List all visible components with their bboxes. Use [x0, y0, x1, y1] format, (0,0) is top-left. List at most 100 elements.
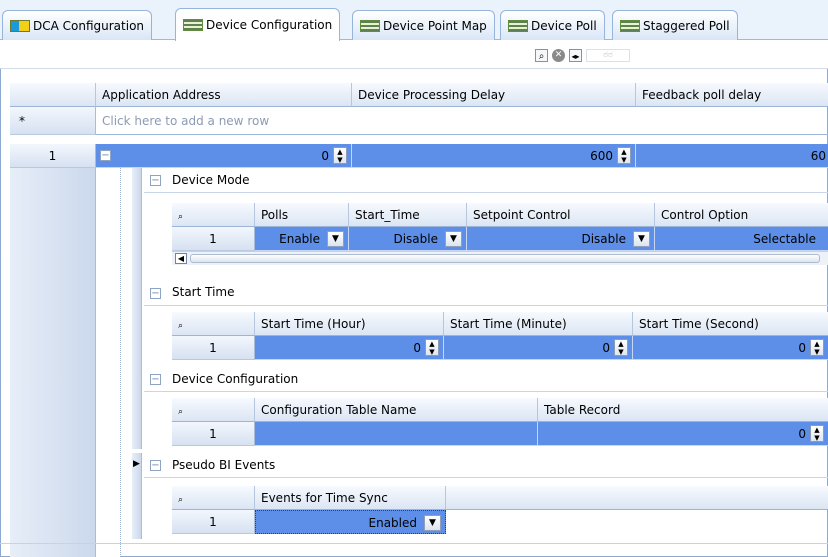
column-header-setpoint-control[interactable]: Setpoint Control [467, 203, 655, 227]
column-header-empty [446, 486, 828, 510]
band-side [132, 391, 142, 449]
cell-polls[interactable]: Enable ▼ [255, 227, 349, 251]
indent-column [96, 168, 121, 557]
column-header-start-time-second[interactable]: Start Time (Second) [633, 312, 828, 336]
column-header-feedback-poll-delay[interactable]: Feedback poll delay [636, 83, 828, 107]
find-text[interactable]: ಠಠ [586, 49, 630, 62]
band-selector[interactable] [132, 367, 142, 391]
band-selector[interactable] [132, 168, 142, 192]
magnifier-icon[interactable]: ⌕ [535, 49, 548, 62]
find-bar: ⌕ ✕ ◂▸ ಠಠ [0, 40, 828, 69]
clear-icon[interactable]: ✕ [552, 49, 565, 62]
cell-feedback-poll-delay[interactable]: 60 [636, 144, 828, 168]
cell-device-processing-delay[interactable]: 600 ▲ ▼ [352, 144, 636, 168]
band-selector[interactable] [132, 282, 142, 306]
cell-start-time-second[interactable]: 0 ▲ ▼ [633, 336, 828, 360]
new-row-selector[interactable]: * [10, 107, 96, 135]
column-header-configuration-table-name[interactable]: Configuration Table Name [255, 398, 538, 422]
tab-device-configuration[interactable]: Device Configuration [175, 8, 341, 41]
search-icon: ⌕ [178, 321, 184, 331]
cell-start-time-hour[interactable]: 0 ▲ ▼ [255, 336, 444, 360]
dropdown-arrow-icon[interactable]: ▼ [633, 231, 650, 247]
collapse-icon[interactable]: − [150, 288, 161, 299]
band-title-pseudo-bi-events: Pseudo BI Events [172, 458, 276, 472]
left-right-arrows-icon[interactable]: ◂▸ [569, 49, 582, 62]
column-header-control-option[interactable]: Control Option [655, 203, 828, 227]
collapse-icon[interactable]: − [100, 150, 111, 161]
horizontal-scrollbar[interactable]: ◀ [172, 251, 828, 265]
current-row-arrow-icon: ▶ [133, 459, 140, 469]
row-selector-header [10, 83, 96, 107]
spinner-icon[interactable]: ▲ ▼ [333, 147, 347, 164]
cell-control-option[interactable]: Selectable [655, 227, 828, 251]
grid-icon [508, 19, 528, 32]
row-selector[interactable]: 1 [10, 144, 96, 168]
band-title-device-configuration: Device Configuration [172, 372, 299, 386]
row-selector[interactable]: 1 [172, 227, 255, 251]
column-header-start-time[interactable]: Start_Time [349, 203, 467, 227]
divider [144, 477, 828, 478]
column-header-start-time-hour[interactable]: Start Time (Hour) [255, 312, 444, 336]
tab-device-point-map[interactable]: Device Point Map [352, 10, 495, 40]
dropdown-arrow-icon[interactable]: ▼ [445, 231, 462, 247]
cell-setpoint-control[interactable]: Disable ▼ [467, 227, 655, 251]
spinner-icon[interactable]: ▲ ▼ [810, 339, 824, 356]
band-side [132, 192, 142, 282]
tab-dca-configuration[interactable]: DCA Configuration [2, 10, 153, 40]
band-selector[interactable]: ▶ [132, 453, 142, 477]
tab-label: Staggered Poll [643, 18, 730, 33]
divider [144, 391, 828, 392]
new-row-placeholder[interactable]: Click here to add a new row [96, 107, 828, 135]
grid-icon [360, 19, 380, 32]
row-selector-header: ⌕ [172, 203, 255, 227]
search-icon: ⌕ [178, 407, 184, 417]
dca-icon [10, 19, 30, 32]
column-header-polls[interactable]: Polls [255, 203, 349, 227]
tab-device-poll[interactable]: Device Poll [500, 10, 605, 40]
spinner-icon[interactable]: ▲ ▼ [425, 339, 439, 356]
row-selector[interactable]: 1 [172, 510, 255, 534]
scroll-left-icon[interactable]: ◀ [175, 253, 187, 264]
row-selector-column [10, 168, 96, 557]
row-selector[interactable]: 1 [172, 336, 255, 360]
collapse-icon[interactable]: − [150, 175, 161, 186]
spinner-icon[interactable]: ▲ ▼ [614, 339, 628, 356]
column-header-application-address[interactable]: Application Address [96, 83, 352, 107]
cell-application-address[interactable]: − 0 ▲ ▼ [96, 144, 352, 168]
row-selector-header: ⌕ [172, 486, 255, 510]
column-header-start-time-minute[interactable]: Start Time (Minute) [444, 312, 633, 336]
band-side [132, 477, 142, 539]
collapse-icon[interactable]: − [150, 374, 161, 385]
tab-label: Device Poll [531, 18, 597, 33]
cell-start-time-minute[interactable]: 0 ▲ ▼ [444, 336, 633, 360]
cell-start-time[interactable]: Disable ▼ [349, 227, 467, 251]
cell-configuration-table-name[interactable] [255, 422, 538, 446]
spinner-icon[interactable]: ▲ ▼ [617, 147, 631, 164]
row-selector-header: ⌕ [172, 398, 255, 422]
spinner-icon[interactable]: ▲ ▼ [810, 425, 824, 442]
row-selector[interactable]: 1 [172, 422, 255, 446]
dropdown-arrow-icon[interactable]: ▼ [424, 515, 441, 531]
tab-staggered-poll[interactable]: Staggered Poll [612, 10, 738, 40]
search-icon: ⌕ [178, 212, 184, 222]
band-side [132, 305, 142, 367]
tab-label: DCA Configuration [33, 18, 145, 33]
band-title-start-time: Start Time [172, 285, 235, 299]
divider [144, 192, 828, 193]
tab-label: Device Configuration [206, 18, 333, 32]
grid-icon [183, 19, 203, 31]
tab-strip: DCA Configuration Device Configuration D… [0, 0, 828, 41]
cell-events-for-time-sync[interactable]: Enabled ▼ [255, 510, 446, 534]
row-selector-header: ⌕ [172, 312, 255, 336]
grid-icon [620, 19, 640, 32]
scroll-thumb[interactable] [190, 254, 820, 263]
column-header-events-for-time-sync[interactable]: Events for Time Sync [255, 486, 446, 510]
cell-table-record[interactable]: 0 ▲ ▼ [538, 422, 828, 446]
column-header-table-record[interactable]: Table Record [538, 398, 828, 422]
tab-label: Device Point Map [383, 18, 487, 33]
column-header-device-processing-delay[interactable]: Device Processing Delay [352, 83, 636, 107]
collapse-icon[interactable]: − [150, 460, 161, 471]
divider [0, 543, 828, 544]
dropdown-arrow-icon[interactable]: ▼ [327, 231, 344, 247]
divider [144, 305, 828, 306]
